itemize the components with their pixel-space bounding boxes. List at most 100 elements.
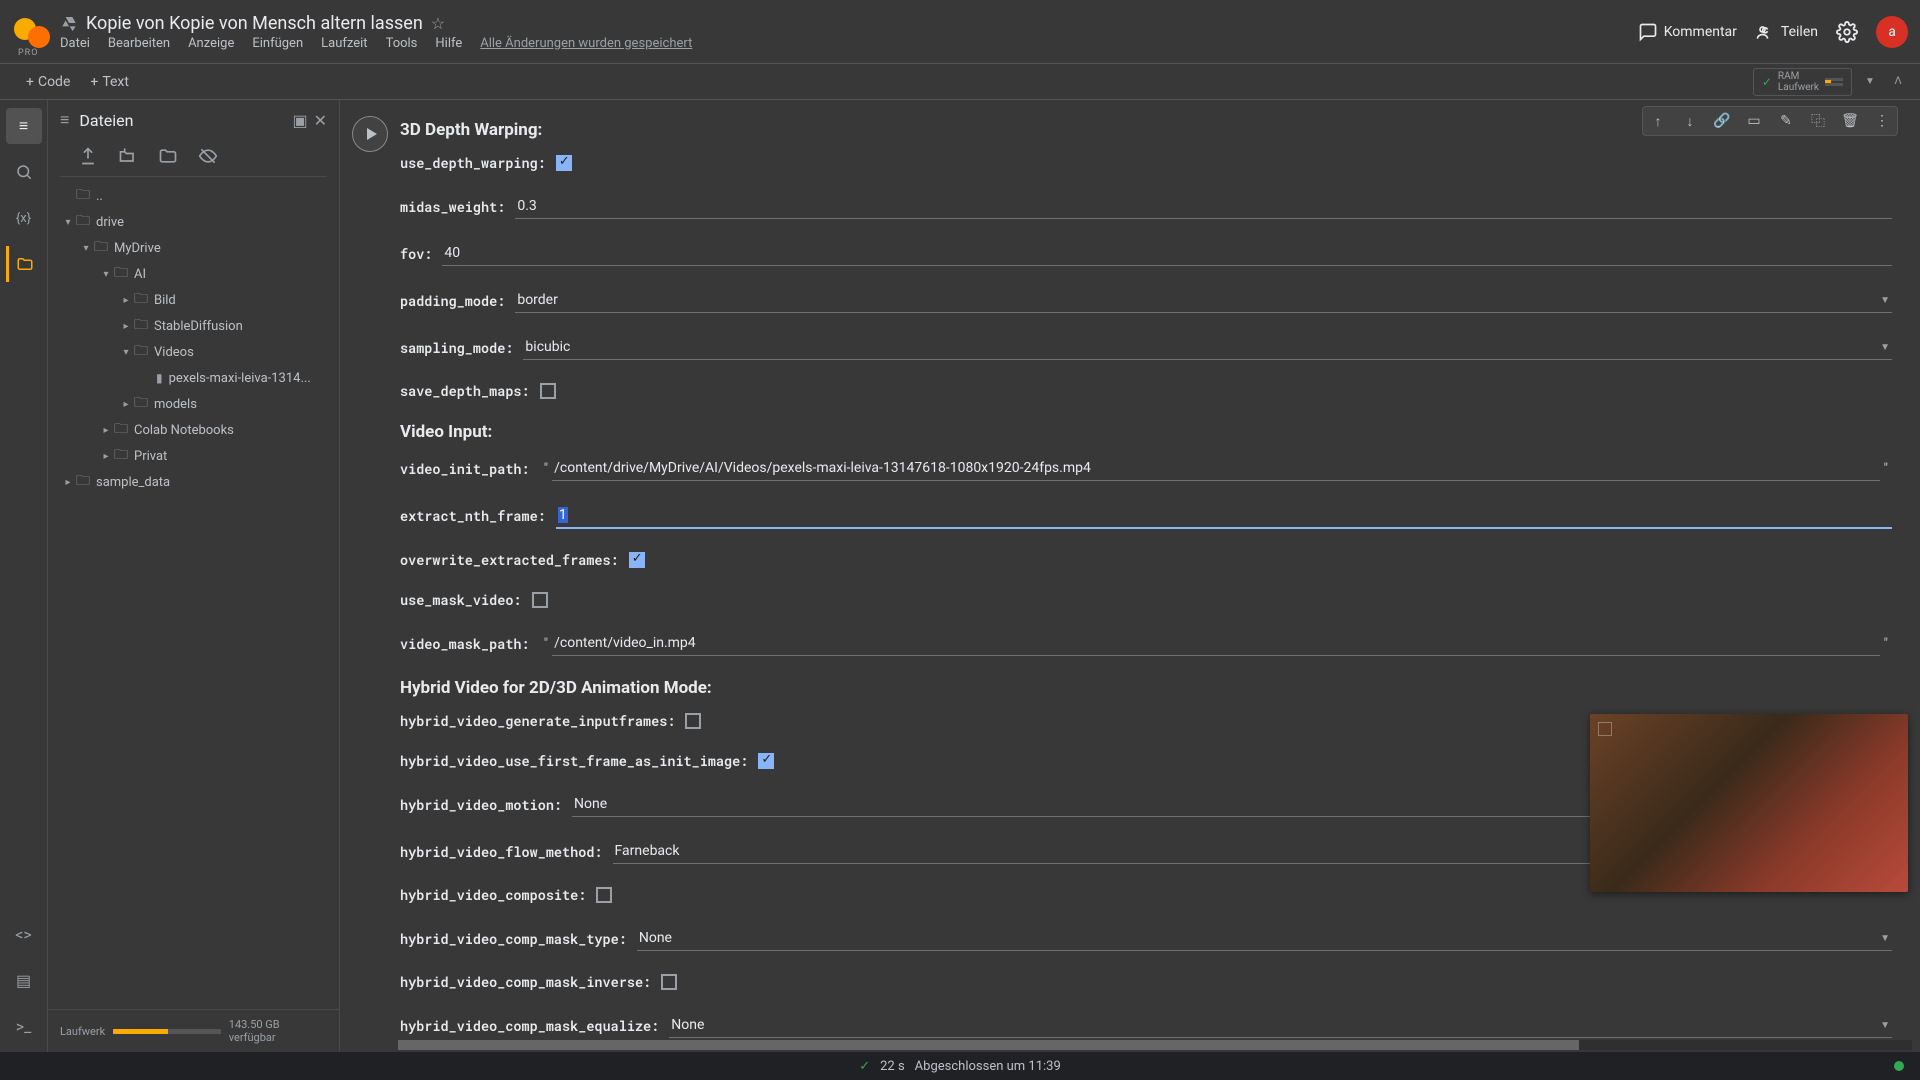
chevron-down-icon: ▼ [1880, 1020, 1890, 1031]
save-status[interactable]: Alle Änderungen wurden gespeichert [480, 36, 692, 51]
fov-input[interactable] [442, 241, 1892, 266]
avatar[interactable]: a [1876, 16, 1908, 48]
chevron-down-icon: ▼ [1880, 933, 1890, 944]
hv-composite-checkbox[interactable] [596, 887, 612, 903]
code-snippets-icon[interactable]: <> [6, 916, 42, 952]
menu-tools[interactable]: Tools [386, 36, 418, 51]
webcam-overlay [1590, 714, 1908, 892]
form-cell: ↑ ↓ 🔗 ▭ ✎ ⿻ 🗑 ⋮ 3D Depth Warping: use_de… [340, 100, 1912, 1040]
drive-icon [60, 15, 78, 31]
run-button[interactable] [352, 116, 388, 152]
tree-sd[interactable]: ▸🗀StableDiffusion [48, 313, 339, 339]
tree-privat[interactable]: ▸🗀Privat [48, 443, 339, 469]
menu-bearbeiten[interactable]: Bearbeiten [108, 36, 170, 51]
midas-weight-input[interactable] [515, 194, 1892, 219]
video-init-path-input[interactable] [552, 456, 1879, 481]
star-icon[interactable]: ☆ [431, 14, 445, 33]
search-icon[interactable] [6, 154, 42, 190]
comment-button[interactable]: Kommentar [1638, 22, 1737, 42]
colab-logo: PRO [12, 12, 52, 52]
tree-sample[interactable]: ▸🗀sample_data [48, 469, 339, 495]
new-window-icon[interactable]: ▣ [292, 111, 307, 130]
notebook-content: ↑ ↓ 🔗 ▭ ✎ ⿻ 🗑 ⋮ 3D Depth Warping: use_de… [340, 100, 1920, 1052]
add-text-button[interactable]: +Text [80, 70, 139, 94]
tree-ai[interactable]: ▾🗀AI [48, 261, 339, 287]
link-icon[interactable]: 🔗 [1709, 109, 1735, 133]
files-title: Dateien [79, 111, 286, 130]
mirror-icon[interactable]: ⿻ [1805, 109, 1831, 133]
share-button[interactable]: Teilen [1755, 22, 1818, 42]
toc-icon[interactable]: ≡ [6, 108, 42, 144]
hv-mask-inverse-checkbox[interactable] [661, 974, 677, 990]
tree-colab[interactable]: ▸🗀Colab Notebooks [48, 417, 339, 443]
section-video-input: Video Input: [400, 422, 1892, 442]
share-icon [1755, 22, 1775, 42]
command-palette-icon[interactable]: ▤ [6, 962, 42, 998]
files-icon[interactable] [6, 246, 42, 282]
file-tree[interactable]: 🗀.. ▾🗀drive ▾🗀MyDrive ▾🗀AI ▸🗀Bild ▸🗀Stab… [48, 183, 339, 1009]
video-mask-path-input[interactable] [552, 631, 1879, 656]
status-dot-icon [1894, 1061, 1904, 1071]
use-depth-warping-checkbox[interactable] [556, 155, 572, 171]
mount-drive-icon[interactable] [158, 146, 178, 166]
status-bar: ✓ 22 s Abgeschlossen um 11:39 [0, 1052, 1920, 1080]
add-code-button[interactable]: +Code [16, 70, 80, 94]
left-rail: ≡ {x} <> ▤ >_ [0, 100, 48, 1052]
upload-icon[interactable] [78, 146, 98, 166]
extract-nth-frame-input[interactable]: 1 [556, 503, 1892, 529]
menu-hilfe[interactable]: Hilfe [435, 36, 462, 51]
tree-bild[interactable]: ▸🗀Bild [48, 287, 339, 313]
move-down-icon[interactable]: ↓ [1677, 109, 1703, 133]
close-panel-icon[interactable]: ✕ [314, 111, 327, 130]
hv-mask-type-select[interactable]: None▼ [637, 926, 1892, 951]
menu-datei[interactable]: Datei [60, 36, 90, 51]
refresh-icon[interactable] [118, 146, 138, 166]
sampling-mode-select[interactable]: bicubic▼ [523, 335, 1892, 360]
tree-videos[interactable]: ▾🗀Videos [48, 339, 339, 365]
edit-icon[interactable]: ✎ [1773, 109, 1799, 133]
tree-video-file[interactable]: ▮pexels-maxi-leiva-1314... [48, 365, 339, 391]
check-icon: ✓ [859, 1059, 870, 1074]
hv-mask-equalize-select[interactable]: None▼ [669, 1013, 1892, 1038]
storage-indicator: Laufwerk 143.50 GB verfügbar [48, 1009, 339, 1052]
chevron-down-icon: ▼ [1880, 295, 1890, 306]
document-title[interactable]: Kopie von Kopie von Mensch altern lassen [86, 13, 423, 34]
delete-icon[interactable]: 🗑 [1837, 109, 1863, 133]
ram-indicator[interactable]: ✓ RAM Laufwerk [1753, 68, 1852, 96]
menu-anzeige[interactable]: Anzeige [188, 36, 234, 51]
move-up-icon[interactable]: ↑ [1645, 109, 1671, 133]
cell-toolbar: ↑ ↓ 🔗 ▭ ✎ ⿻ 🗑 ⋮ [1642, 106, 1898, 136]
hv-first-frame-checkbox[interactable] [758, 753, 774, 769]
exec-done: Abgeschlossen um 11:39 [915, 1059, 1061, 1074]
runtime-menu-caret[interactable]: ▼ [1860, 68, 1880, 96]
tree-up[interactable]: 🗀.. [48, 183, 339, 209]
collapse-caret[interactable]: ᐱ [1888, 68, 1908, 96]
terminal-icon[interactable]: >_ [6, 1008, 42, 1044]
header: PRO Kopie von Kopie von Mensch altern la… [0, 0, 1920, 64]
tree-mydrive[interactable]: ▾🗀MyDrive [48, 235, 339, 261]
comments-icon[interactable]: ▭ [1741, 109, 1767, 133]
files-panel: ≡ Dateien ▣ ✕ 🗀.. ▾🗀drive ▾🗀MyDrive ▾🗀AI… [48, 100, 340, 1052]
padding-mode-select[interactable]: border▼ [515, 288, 1892, 313]
chevron-down-icon: ▼ [1880, 342, 1890, 353]
hide-icon[interactable] [198, 146, 218, 166]
exec-time: 22 s [880, 1059, 905, 1074]
use-mask-video-checkbox[interactable] [532, 592, 548, 608]
menubar: Datei Bearbeiten Anzeige Einfügen Laufze… [60, 36, 1638, 51]
overwrite-extracted-frames-checkbox[interactable] [629, 552, 645, 568]
horizontal-scrollbar[interactable] [398, 1040, 1912, 1050]
menu-laufzeit[interactable]: Laufzeit [321, 36, 367, 51]
hv-generate-checkbox[interactable] [685, 713, 701, 729]
tree-drive[interactable]: ▾🗀drive [48, 209, 339, 235]
more-icon[interactable]: ⋮ [1869, 109, 1895, 133]
comment-icon [1638, 22, 1658, 42]
burger-icon[interactable]: ≡ [60, 110, 69, 130]
variables-icon[interactable]: {x} [6, 200, 42, 236]
save-depth-maps-checkbox[interactable] [540, 383, 556, 399]
section-hybrid-video: Hybrid Video for 2D/3D Animation Mode: [400, 678, 1892, 698]
menu-einfuegen[interactable]: Einfügen [252, 36, 303, 51]
pro-badge: PRO [18, 48, 38, 58]
settings-icon[interactable] [1836, 21, 1858, 43]
check-icon: ✓ [1762, 75, 1772, 89]
tree-models[interactable]: ▸🗀models [48, 391, 339, 417]
